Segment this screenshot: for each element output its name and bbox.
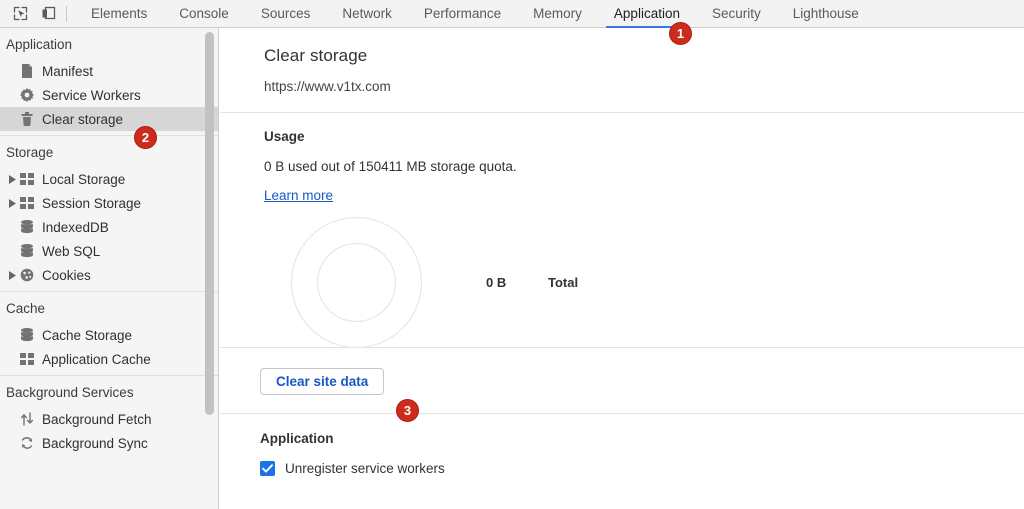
step-badge-3: 3 xyxy=(396,399,419,422)
sidebar-item-label: Cookies xyxy=(42,267,91,283)
tab-console[interactable]: Console xyxy=(163,0,245,28)
tab-elements[interactable]: Elements xyxy=(75,0,163,28)
sidebar-item-service-workers[interactable]: Service Workers xyxy=(0,83,218,107)
gear-icon xyxy=(18,87,36,103)
table-icon xyxy=(18,351,36,367)
sidebar-scrollbar[interactable] xyxy=(203,28,217,509)
legend-value: 0 B xyxy=(486,274,507,290)
sidebar-item-clear-storage[interactable]: Clear storage xyxy=(0,107,218,131)
sidebar-item-label: Background Fetch xyxy=(42,411,152,427)
cookie-icon xyxy=(18,267,36,283)
origin-url: https://www.v1tx.com xyxy=(264,79,391,94)
tab-label: Security xyxy=(711,6,761,21)
sidebar-item-label: Background Sync xyxy=(42,435,148,451)
sidebar-item-indexeddb[interactable]: IndexedDB xyxy=(0,215,218,239)
table-icon xyxy=(18,195,36,211)
tab-label: Elements xyxy=(91,6,148,21)
usage-chart-legend: 0 B Total xyxy=(486,275,578,290)
application-heading: Application xyxy=(260,431,334,446)
trash-icon xyxy=(18,111,36,127)
clear-storage-panel: Clear storage https://www.v1tx.com Usage… xyxy=(220,28,1024,509)
devtools-toolbar: Elements Console Sources Network Perform… xyxy=(0,0,1024,28)
usage-donut-chart xyxy=(290,216,423,348)
toolbar-icon-group xyxy=(0,0,75,28)
sync-icon xyxy=(18,435,36,451)
sidebar-item-cookies[interactable]: Cookies xyxy=(0,263,218,287)
tab-performance[interactable]: Performance xyxy=(408,0,517,28)
chevron-right-icon[interactable] xyxy=(6,173,18,185)
page-title: Clear storage xyxy=(264,46,368,65)
legend-label: Total xyxy=(548,274,579,290)
devtools-window: Elements Console Sources Network Perform… xyxy=(0,0,1024,509)
inspect-element-icon[interactable] xyxy=(6,1,34,27)
panel-header: Clear storage https://www.v1tx.com xyxy=(220,28,1024,94)
checkbox-label: Unregister service workers xyxy=(285,461,445,476)
sidebar-item-label: Application Cache xyxy=(42,351,151,367)
tab-sources[interactable]: Sources xyxy=(245,0,327,28)
arrows-updown-icon xyxy=(18,411,36,427)
tab-label: Lighthouse xyxy=(792,6,859,21)
learn-more-link[interactable]: Learn more xyxy=(264,188,333,203)
usage-chart-row: 0 B Total xyxy=(264,216,1024,348)
tab-label: Console xyxy=(179,6,229,21)
step-badge-1: 1 xyxy=(669,22,692,45)
sidebar-item-label: IndexedDB xyxy=(42,219,109,235)
sidebar-item-cache-storage[interactable]: Cache Storage xyxy=(0,323,218,347)
tab-label: Application xyxy=(613,6,680,21)
sidebar-item-label: Local Storage xyxy=(42,171,126,187)
tab-label: Network xyxy=(342,6,392,21)
sidebar-item-web-sql[interactable]: Web SQL xyxy=(0,239,218,263)
checkbox-checked-icon[interactable] xyxy=(260,461,275,476)
sidebar-item-manifest[interactable]: Manifest xyxy=(0,59,218,83)
clear-site-data-button[interactable]: Clear site data xyxy=(260,368,385,395)
chevron-right-icon[interactable] xyxy=(6,269,18,281)
sidebar-item-label: Service Workers xyxy=(42,87,141,103)
sidebar-item-application-cache[interactable]: Application Cache xyxy=(0,347,218,371)
usage-quota-text: 0 B used out of 150411 MB storage quota. xyxy=(264,159,517,174)
tab-lighthouse[interactable]: Lighthouse xyxy=(777,0,875,28)
clear-site-data-row: Clear site data xyxy=(220,348,1024,413)
sidebar-section-title-cache: Cache xyxy=(6,301,46,316)
sidebar-item-label: Manifest xyxy=(42,63,94,79)
tab-label: Memory xyxy=(533,6,582,21)
tab-label: Sources xyxy=(260,6,311,21)
step-badge-2: 2 xyxy=(134,126,157,149)
sidebar-item-local-storage[interactable]: Local Storage xyxy=(0,167,218,191)
tab-label: Performance xyxy=(423,6,502,21)
database-icon xyxy=(18,327,36,343)
unregister-service-workers-row[interactable]: Unregister service workers xyxy=(260,461,1024,476)
toolbar-divider xyxy=(66,5,67,22)
table-icon xyxy=(18,171,36,187)
manifest-file-icon xyxy=(18,63,36,79)
tab-network[interactable]: Network xyxy=(326,0,408,28)
tab-security[interactable]: Security xyxy=(696,0,777,28)
sidebar-section-title-background-services: Background Services xyxy=(6,385,134,400)
database-icon xyxy=(18,219,36,235)
usage-heading: Usage xyxy=(264,129,305,144)
sidebar-item-label: Web SQL xyxy=(42,243,101,259)
sidebar-item-label: Session Storage xyxy=(42,195,142,211)
sidebar-item-background-sync[interactable]: Background Sync xyxy=(0,431,218,455)
sidebar-scrollbar-thumb[interactable] xyxy=(205,32,214,415)
chevron-right-icon[interactable] xyxy=(6,197,18,209)
tab-memory[interactable]: Memory xyxy=(517,0,598,28)
sidebar-section-title-storage: Storage xyxy=(6,145,54,160)
application-sidebar: Application Manifest Service Workers Cle… xyxy=(0,28,219,509)
application-options-section: Application Unregister service workers xyxy=(220,414,1024,476)
sidebar-section-title-application: Application xyxy=(6,37,73,52)
database-icon xyxy=(18,243,36,259)
sidebar-item-label: Cache Storage xyxy=(42,327,133,343)
sidebar-item-background-fetch[interactable]: Background Fetch xyxy=(0,407,218,431)
sidebar-item-session-storage[interactable]: Session Storage xyxy=(0,191,218,215)
sidebar-item-label: Clear storage xyxy=(42,111,124,127)
devtools-tab-bar: Elements Console Sources Network Perform… xyxy=(75,0,875,28)
usage-section: Usage 0 B used out of 150411 MB storage … xyxy=(220,113,1024,348)
device-toolbar-icon[interactable] xyxy=(34,1,62,27)
